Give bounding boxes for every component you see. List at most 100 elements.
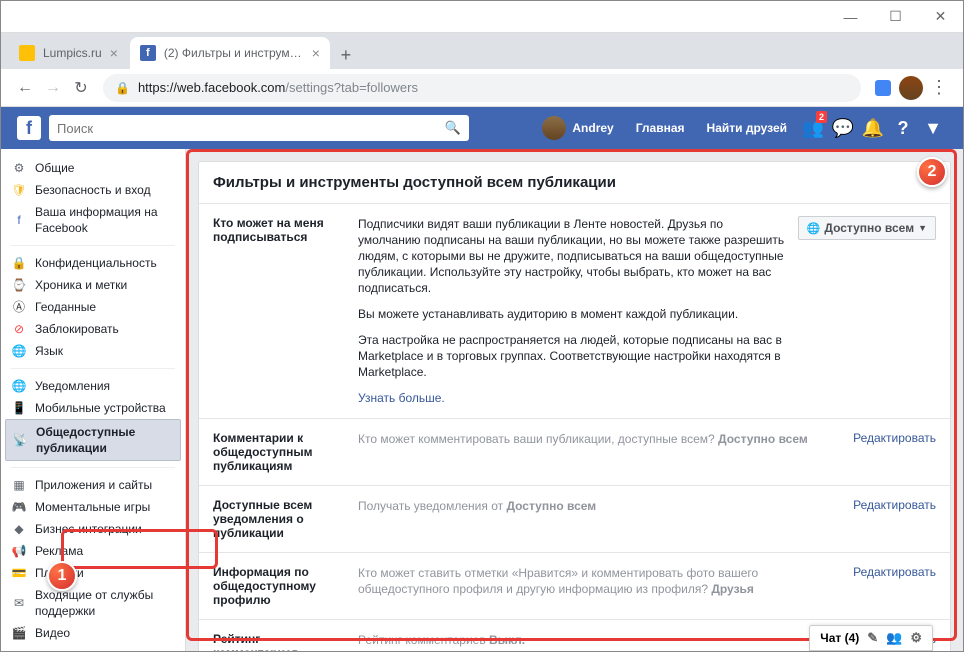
sidebar-item-label: Общедоступные публикации [36, 424, 174, 456]
sidebar-item-label: Моментальные игры [35, 499, 150, 515]
close-icon[interactable]: × [110, 45, 118, 61]
help-icon[interactable]: ? [889, 107, 917, 149]
settings-row: Комментарии к общедоступным публикациямК… [199, 419, 950, 486]
url-domain: https://web.facebook.com [138, 80, 285, 95]
sidebar-icon: 🔒 [11, 255, 27, 271]
new-tab-button[interactable]: + [332, 41, 360, 69]
setting-description: Кто может ставить отметки «Нравится» и к… [358, 565, 841, 597]
edit-link[interactable]: Редактировать [853, 498, 936, 512]
gear-icon[interactable]: ⚙ [910, 630, 922, 646]
sidebar-item[interactable]: ⒶГеоданные [1, 296, 185, 318]
sidebar-item[interactable]: 🛡Безопасность и вход [1, 179, 185, 201]
sidebar-item[interactable]: 🎮 Моментальные игры [1, 496, 185, 518]
sidebar-item[interactable]: 🎬Видео [1, 622, 185, 644]
audience-dropdown[interactable]: 🌐Доступно всем▼ [798, 216, 936, 240]
dropdown-icon[interactable]: ▼ [919, 107, 947, 149]
sidebar-icon: 🛡 [11, 182, 27, 198]
sidebar-item[interactable]: 📡Общедоступные публикации [5, 419, 181, 461]
sidebar-icon: 🎮 [11, 499, 27, 515]
sidebar-item[interactable]: 📱Мобильные устройства [1, 397, 185, 419]
sidebar-item[interactable]: ⊘Заблокировать [1, 318, 185, 340]
sidebar-item[interactable]: ⌚Хроника и метки [1, 274, 185, 296]
fb-logo[interactable]: f [17, 116, 41, 140]
browser-menu-button[interactable]: ⋮ [925, 74, 953, 102]
settings-sidebar: ⚙Общие🛡Безопасность и входfВаша информац… [1, 149, 186, 651]
chat-bar[interactable]: Чат (4) ✎ 👥 ⚙ [809, 625, 933, 651]
sidebar-item-label: Хроника и метки [35, 277, 127, 293]
page-title: Фильтры и инструменты доступной всем пуб… [199, 162, 950, 204]
settings-row: Информация по общедоступному профилюКто … [199, 553, 950, 620]
setting-label: Комментарии к общедоступным публикациям [213, 431, 358, 473]
caret-icon: ▼ [918, 223, 927, 233]
browser-tab[interactable]: Lumpics.ru × [9, 37, 128, 69]
edit-link[interactable]: Редактировать [853, 431, 936, 445]
search-input[interactable] [57, 121, 445, 136]
favicon [19, 45, 35, 61]
setting-action: Редактировать [853, 431, 936, 445]
sidebar-item[interactable]: ▦Приложения и сайты [1, 474, 185, 496]
setting-label: Кто может на меня подписываться [213, 216, 358, 244]
browser-tab-bar: Lumpics.ru × f (2) Фильтры и инструменты… [1, 33, 963, 69]
close-icon[interactable]: × [312, 45, 320, 61]
sidebar-item[interactable]: 🌐Язык [1, 340, 185, 362]
settings-main: Фильтры и инструменты доступной всем пуб… [186, 149, 963, 651]
content-area: ⚙Общие🛡Безопасность и входfВаша информац… [1, 149, 963, 651]
messenger-icon[interactable]: 💬 [829, 107, 857, 149]
fb-search-box[interactable]: 🔍 [49, 115, 469, 141]
back-button[interactable]: ← [11, 74, 39, 102]
learn-more-link[interactable]: Узнать больше. [358, 391, 445, 405]
sidebar-item[interactable]: ◆Бизнес-интеграции [1, 518, 185, 540]
dropdown-label: Доступно всем [824, 221, 914, 235]
setting-description: Подписчики видят ваши публикации в Ленте… [358, 216, 786, 406]
lock-icon: 🔒 [115, 81, 130, 95]
edit-link[interactable]: Редактировать [853, 565, 936, 579]
url-input[interactable]: 🔒 https://web.facebook.com/settings?tab=… [103, 74, 861, 102]
sidebar-item-label: Уведомления [35, 378, 110, 394]
sidebar-item[interactable]: 🌐Уведомления [1, 375, 185, 397]
fb-nav: Andrey Главная Найти друзей 👥2 💬 🔔 ? ▼ [532, 107, 947, 149]
edit-icon[interactable]: ✎ [867, 630, 878, 646]
sidebar-item[interactable]: 🔒 Конфиденциальность [1, 252, 185, 274]
extension-button[interactable] [869, 74, 897, 102]
profile-button[interactable] [897, 74, 925, 102]
people-icon[interactable]: 👥 [886, 630, 902, 646]
browser-tab-active[interactable]: f (2) Фильтры и инструменты дос × [130, 37, 330, 69]
profile-link[interactable]: Andrey [532, 107, 623, 149]
nav-home[interactable]: Главная [626, 107, 695, 149]
settings-panel: Фильтры и инструменты доступной всем пуб… [198, 161, 951, 651]
sidebar-item[interactable]: 💳Платежи [1, 562, 185, 584]
sidebar-item[interactable]: fВаша информация на Facebook [1, 201, 185, 239]
annotation-number-2: 2 [917, 157, 947, 187]
sidebar-item-label: Реклама [35, 543, 83, 559]
favicon: f [140, 45, 156, 61]
setting-action: Редактировать [853, 498, 936, 512]
reload-button[interactable]: ↻ [67, 74, 95, 102]
setting-action: Редактировать [853, 565, 936, 579]
setting-action: 🌐Доступно всем▼ [798, 216, 936, 240]
sidebar-icon: ✉ [11, 595, 27, 611]
sidebar-icon: 📱 [11, 400, 27, 416]
nav-find-friends[interactable]: Найти друзей [697, 107, 797, 149]
sidebar-icon: 💳 [11, 565, 27, 581]
search-icon[interactable]: 🔍 [445, 120, 461, 136]
sidebar-item-label: Приложения и сайты [35, 477, 152, 493]
setting-label: Доступные всем уведомления о публикации [213, 498, 358, 540]
window-titlebar: — ☐ ✕ [1, 1, 963, 33]
annotation-number-1: 1 [47, 561, 77, 591]
setting-label: Рейтинг комментариев [213, 632, 358, 651]
sidebar-item[interactable]: 📢Реклама [1, 540, 185, 562]
forward-button[interactable]: → [39, 74, 67, 102]
sidebar-item[interactable]: ✉Входящие от службы поддержки [1, 584, 185, 622]
window-minimize-button[interactable]: — [828, 1, 873, 33]
friend-requests-icon[interactable]: 👥2 [799, 107, 827, 149]
sidebar-icon: ⚙ [11, 160, 27, 176]
fb-header: f 🔍 Andrey Главная Найти друзей 👥2 💬 🔔 ?… [1, 107, 963, 149]
sidebar-item-label: Заблокировать [35, 321, 119, 337]
avatar [542, 116, 566, 140]
notifications-icon[interactable]: 🔔 [859, 107, 887, 149]
sidebar-item-label: Конфиденциальность [35, 255, 157, 271]
profile-name: Andrey [572, 121, 613, 135]
sidebar-item[interactable]: ⚙Общие [1, 157, 185, 179]
window-close-button[interactable]: ✕ [918, 1, 963, 33]
window-maximize-button[interactable]: ☐ [873, 1, 918, 33]
